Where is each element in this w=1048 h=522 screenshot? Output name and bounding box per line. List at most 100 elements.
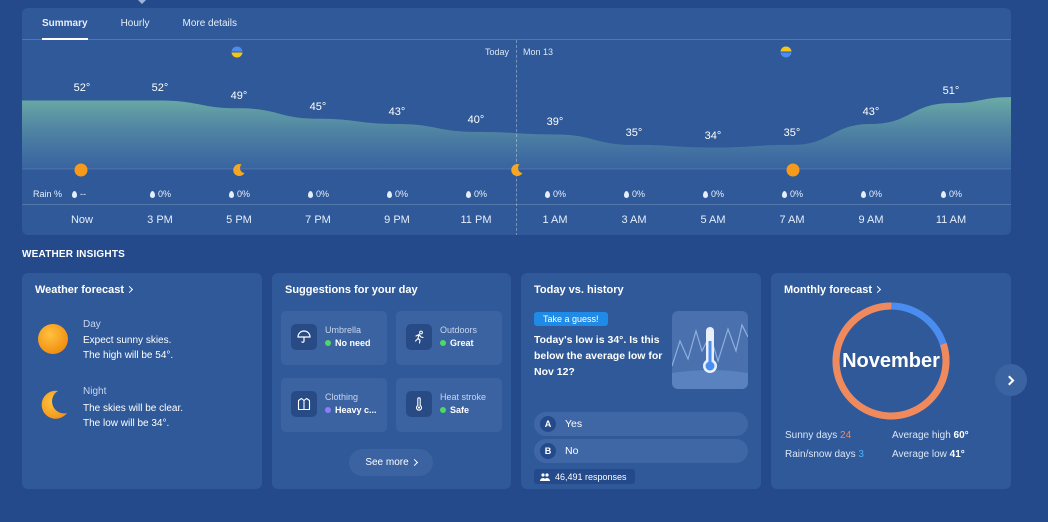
monthly-forecast-title[interactable]: Monthly forecast	[784, 284, 882, 296]
sunrise-icon	[780, 46, 792, 58]
today-label: Today	[485, 47, 510, 57]
scroll-caret-icon	[138, 0, 146, 4]
umbrella-icon	[291, 324, 317, 350]
raindrop-icon	[624, 191, 629, 198]
raindrop-icon	[782, 191, 787, 198]
suggestion-status: Heavy c...	[325, 405, 377, 415]
moon-icon	[41, 390, 67, 419]
temp-label: 52°	[151, 82, 169, 95]
raindrop-icon	[72, 191, 77, 198]
responses-count: 46,491 responses	[534, 469, 635, 484]
thermometer-illustration	[672, 311, 748, 389]
thermometer-icon	[406, 391, 432, 417]
raindrop-icon	[387, 191, 392, 198]
time-label: 11 AM	[935, 214, 967, 226]
suggestion-name: Outdoors	[440, 325, 478, 335]
rain-value: --	[72, 189, 86, 199]
time-label: 9 PM	[384, 214, 410, 226]
average-high-stat: Average high 60°	[892, 430, 969, 441]
temp-label: 40°	[467, 113, 485, 126]
next-day-label: Mon 13	[523, 47, 554, 57]
temp-label: 34°	[704, 129, 722, 142]
status-dot	[440, 407, 446, 413]
history-card: Today vs. history Take a guess! Today's …	[521, 273, 761, 489]
temp-label: 49°	[230, 90, 248, 103]
monthly-forecast-card: Monthly forecast November Sunny days 24 …	[771, 273, 1011, 489]
suggestion-name: Umbrella	[325, 325, 362, 335]
time-label: 3 AM	[621, 214, 647, 226]
rain-days-stat: Rain/snow days 3	[785, 449, 864, 460]
answer-option-no[interactable]: B No	[534, 439, 748, 463]
history-title: Today vs. history	[534, 284, 624, 296]
chevron-right-icon	[410, 458, 418, 467]
weather-forecast-title[interactable]: Weather forecast	[35, 284, 134, 296]
suggestion-name: Clothing	[325, 392, 359, 402]
night-forecast-line: The low will be 34°.	[83, 418, 170, 429]
suggestion-status: Safe	[440, 405, 469, 415]
rain-value: 0%	[624, 189, 645, 199]
temp-label: 45°	[309, 100, 327, 113]
average-low-stat: Average low 41°	[892, 449, 965, 460]
temp-label: 43°	[388, 106, 406, 118]
chevron-right-icon	[126, 285, 134, 294]
rain-value: 0%	[308, 189, 329, 199]
suggestion-outdoors[interactable]: Outdoors Great	[396, 311, 502, 365]
raindrop-icon	[703, 191, 708, 198]
temp-label: 51°	[942, 85, 960, 98]
moon-icon	[511, 164, 523, 177]
raindrop-icon	[941, 191, 946, 198]
sun-icon	[74, 163, 88, 177]
raindrop-icon	[308, 191, 313, 198]
time-label: Now	[70, 214, 94, 226]
temp-label: 52°	[73, 82, 91, 95]
time-label: 5 PM	[226, 214, 252, 226]
hourly-forecast-card: Summary Hourly More details Today Mon 13…	[22, 8, 1011, 235]
running-icon	[406, 324, 432, 350]
suggestion-name: Heat stroke	[440, 392, 487, 402]
raindrop-icon	[229, 191, 234, 198]
time-label: 3 PM	[147, 214, 173, 226]
suggestion-umbrella[interactable]: Umbrella No need	[281, 311, 387, 365]
temp-label: 35°	[625, 126, 643, 139]
rain-value: 0%	[387, 189, 408, 199]
status-dot	[440, 340, 446, 346]
day-forecast-line: Expect sunny skies.	[83, 335, 172, 346]
status-dot	[325, 340, 331, 346]
moon-icon	[233, 164, 245, 177]
rain-value: 0%	[150, 189, 171, 199]
rain-value: 0%	[466, 189, 487, 199]
sun-icon	[786, 163, 800, 177]
jacket-icon	[291, 391, 317, 417]
option-letter: B	[540, 443, 556, 459]
rain-value: 0%	[941, 189, 962, 199]
insights-heading: WEATHER INSIGHTS	[22, 249, 126, 260]
answer-option-yes[interactable]: A Yes	[534, 412, 748, 436]
temp-label: 43°	[862, 106, 880, 118]
raindrop-icon	[861, 191, 866, 198]
suggestion-status: No need	[325, 338, 371, 348]
see-more-button[interactable]: See more	[349, 449, 433, 476]
people-icon	[540, 472, 550, 481]
time-label: 7 PM	[305, 214, 331, 226]
sunset-icon	[231, 46, 243, 58]
sun-icon	[38, 324, 68, 354]
take-a-guess-badge: Take a guess!	[534, 312, 608, 326]
time-label: 11 PM	[460, 214, 492, 226]
day-heading: Day	[83, 319, 101, 330]
next-insights-button[interactable]	[995, 364, 1027, 396]
rain-value: 0%	[703, 189, 724, 199]
option-text: No	[565, 445, 579, 457]
time-label: 1 AM	[542, 214, 568, 226]
suggestion-clothing[interactable]: Clothing Heavy c...	[281, 378, 387, 432]
day-forecast-line: The high will be 54°.	[83, 350, 174, 361]
suggestion-heat-stroke[interactable]: Heat stroke Safe	[396, 378, 502, 432]
option-text: Yes	[565, 418, 583, 430]
raindrop-icon	[466, 191, 471, 198]
suggestion-status: Great	[440, 338, 474, 348]
chevron-right-icon	[1004, 375, 1015, 385]
temp-label: 35°	[783, 126, 801, 139]
rain-value: 0%	[229, 189, 250, 199]
status-dot	[325, 407, 331, 413]
time-label: 9 AM	[858, 214, 884, 226]
suggestions-title: Suggestions for your day	[285, 284, 418, 296]
